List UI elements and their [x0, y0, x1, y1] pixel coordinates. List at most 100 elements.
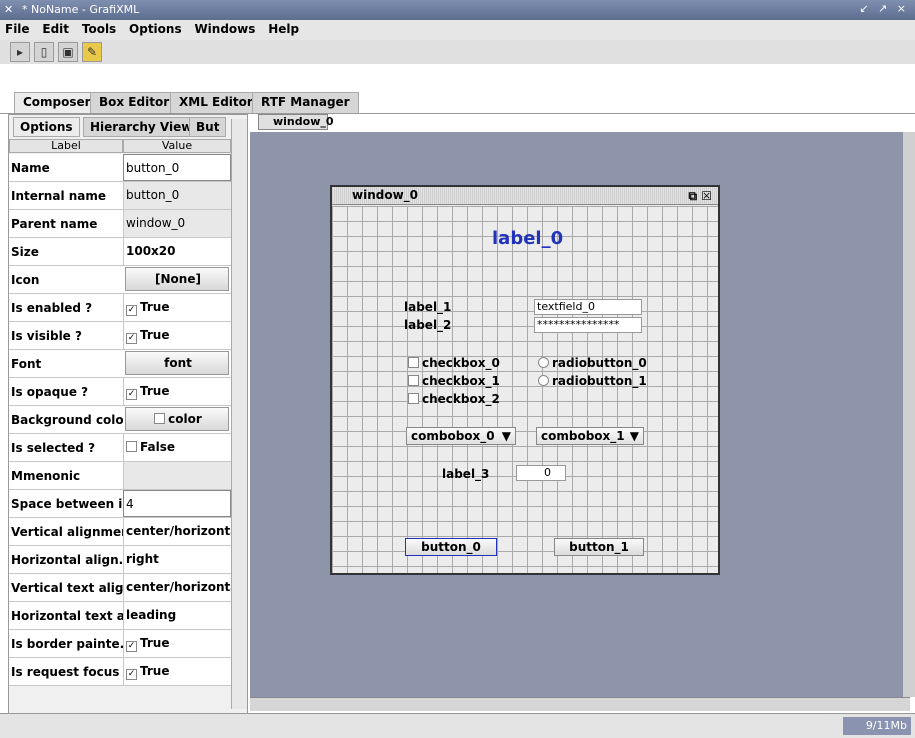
property-row[interactable]: Vertical alignment center/horizontal: [9, 518, 231, 546]
label-3[interactable]: label_3: [442, 467, 489, 481]
tab-xml-editor[interactable]: XML Editor: [170, 92, 262, 113]
property-row[interactable]: Internal name button_0: [9, 182, 231, 210]
combobox-1[interactable]: combobox_1 ▼: [536, 427, 644, 445]
property-row[interactable]: Horizontal text a...leading: [9, 602, 231, 630]
property-row[interactable]: Is border painte... ✓ True: [9, 630, 231, 658]
textfield-0[interactable]: textfield_0: [534, 299, 642, 315]
tab-options[interactable]: Options: [13, 117, 80, 137]
designed-window[interactable]: window_0 ⧉ ☒ label_0 label_1 textfield_0…: [330, 185, 720, 575]
tab-box-editor[interactable]: Box Editor: [90, 92, 179, 113]
checkbox-2-label: checkbox_2: [422, 392, 500, 406]
property-value: True: [140, 636, 170, 650]
tab-composer[interactable]: Composer: [14, 92, 100, 114]
tab-button[interactable]: But: [189, 117, 227, 137]
property-color-button[interactable]: color: [125, 407, 229, 431]
checkbox-0-box[interactable]: [408, 357, 419, 368]
property-row[interactable]: Name button_0: [9, 154, 231, 182]
button-1[interactable]: button_1: [554, 538, 644, 556]
menu-windows[interactable]: Windows: [189, 20, 259, 36]
property-checkbox[interactable]: ✓ True: [123, 630, 231, 657]
combobox-0[interactable]: combobox_0 ▼: [406, 427, 516, 445]
checkbox-1[interactable]: checkbox_1: [408, 374, 500, 388]
property-button[interactable]: font: [125, 351, 229, 375]
check-icon[interactable]: ✓: [126, 305, 137, 316]
spinner[interactable]: 0: [516, 465, 566, 481]
property-row[interactable]: Parent name window_0: [9, 210, 231, 238]
window-controls[interactable]: ↙ ↗ ×: [859, 2, 909, 15]
property-row[interactable]: Space between ic...4: [9, 490, 231, 518]
design-tab-window[interactable]: window_0: [258, 114, 334, 130]
checkbox-0[interactable]: checkbox_0: [408, 356, 500, 370]
radiobutton-0[interactable]: radiobutton_0: [538, 356, 647, 370]
memory-indicator[interactable]: 9/11Mb: [843, 717, 911, 735]
property-label: Is visible ?: [11, 329, 82, 343]
property-input[interactable]: button_0: [123, 154, 231, 181]
menu-help[interactable]: Help: [263, 20, 303, 36]
column-header-label[interactable]: Label: [9, 139, 123, 153]
save-icon[interactable]: ▣: [58, 42, 78, 62]
check-icon[interactable]: ✓: [126, 669, 137, 680]
menu-tools[interactable]: Tools: [77, 20, 120, 36]
check-icon[interactable]: ✓: [126, 333, 137, 344]
property-checkbox[interactable]: ✓ True: [123, 378, 231, 405]
property-value: button_0: [123, 182, 231, 209]
menu-options[interactable]: Options: [124, 20, 186, 36]
property-value: True: [140, 300, 170, 314]
password-field[interactable]: ***************: [534, 317, 642, 333]
property-button[interactable]: [None]: [125, 267, 229, 291]
combobox-0-value: combobox_0: [411, 429, 495, 443]
property-row[interactable]: Size 100x20: [9, 238, 231, 266]
window-title: * NoName - GrafiXML: [22, 3, 140, 16]
design-vertical-scrollbar[interactable]: [903, 132, 915, 697]
radiobutton-1[interactable]: radiobutton_1: [538, 374, 647, 388]
checkbox-2[interactable]: checkbox_2: [408, 392, 500, 406]
checkbox-0-label: checkbox_0: [422, 356, 500, 370]
properties-scrollbar[interactable]: [231, 119, 247, 709]
open-icon[interactable]: ▸: [10, 42, 30, 62]
property-row[interactable]: Is request focus ...✓True: [9, 658, 231, 686]
checkbox-empty-icon[interactable]: [126, 441, 137, 452]
property-row[interactable]: Mmenonic: [9, 462, 231, 490]
checkbox-2-box[interactable]: [408, 393, 419, 404]
menu-file[interactable]: File: [0, 20, 34, 36]
property-checkbox[interactable]: ✓ True: [123, 658, 231, 685]
column-header-value[interactable]: Value: [123, 139, 231, 153]
property-row[interactable]: Icon [None]: [9, 266, 231, 294]
property-row[interactable]: Is enabled ? ✓ True: [9, 294, 231, 322]
check-icon[interactable]: ✓: [126, 641, 137, 652]
property-row[interactable]: Horizontal align... right: [9, 546, 231, 574]
label-1[interactable]: label_1: [404, 300, 451, 314]
designed-window-titlebar[interactable]: window_0 ⧉ ☒: [332, 187, 718, 205]
property-checkbox[interactable]: ✓ True: [123, 294, 231, 321]
designed-window-controls[interactable]: ⧉ ☒: [688, 188, 712, 204]
property-value: color: [168, 412, 202, 426]
button-0[interactable]: button_0: [405, 538, 497, 556]
chevron-down-icon[interactable]: ▼: [630, 428, 639, 444]
checkbox-1-box[interactable]: [408, 375, 419, 386]
tab-hierarchy-view[interactable]: Hierarchy View: [83, 117, 200, 137]
label-0[interactable]: label_0: [492, 228, 563, 249]
property-label: Is opaque ?: [11, 385, 89, 399]
property-row[interactable]: Background color color: [9, 406, 231, 434]
property-input[interactable]: 4: [123, 490, 231, 517]
check-icon[interactable]: ✓: [126, 389, 137, 400]
property-row[interactable]: Vertical text alig...center/horizontal: [9, 574, 231, 602]
property-row[interactable]: Is opaque ? ✓ True: [9, 378, 231, 406]
property-label: Name: [11, 161, 50, 175]
layout-grid: label_0 label_1 textfield_0 label_2 ****…: [332, 206, 718, 573]
property-row[interactable]: Is visible ? ✓ True: [9, 322, 231, 350]
new-icon[interactable]: ▯: [34, 42, 54, 62]
chevron-down-icon[interactable]: ▼: [502, 428, 511, 444]
design-horizontal-scrollbar[interactable]: [250, 697, 910, 711]
property-row[interactable]: Font font: [9, 350, 231, 378]
radiobutton-1-circle[interactable]: [538, 375, 549, 386]
property-checkbox[interactable]: False: [123, 434, 231, 461]
title-bar: ✕ * NoName - GrafiXML ↙ ↗ ×: [0, 0, 915, 20]
property-row[interactable]: Is selected ? False: [9, 434, 231, 462]
menu-edit[interactable]: Edit: [37, 20, 73, 36]
property-checkbox[interactable]: ✓ True: [123, 322, 231, 349]
label-2[interactable]: label_2: [404, 318, 451, 332]
edit-icon[interactable]: ✎: [82, 42, 102, 62]
radiobutton-0-circle[interactable]: [538, 357, 549, 368]
tab-rtf-manager[interactable]: RTF Manager: [252, 92, 359, 113]
